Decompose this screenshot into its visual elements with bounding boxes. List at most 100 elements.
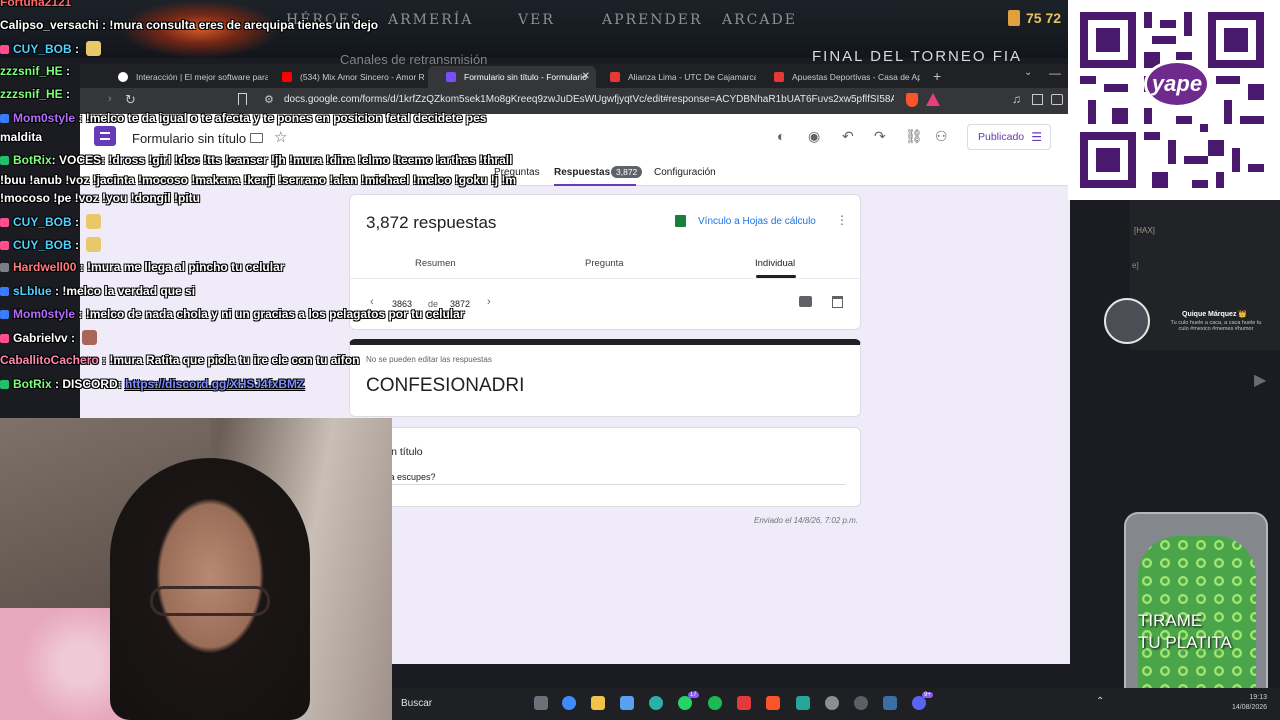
link-icon[interactable]: ⛓: [905, 128, 923, 145]
chat-text: !mocoso !pe !voz !you !dongil !pitu: [0, 191, 200, 205]
discord-link[interactable]: https://discord.gg/XHSJ4fxBMZ: [125, 377, 304, 391]
app-icon[interactable]: [796, 696, 810, 710]
sent-timestamp: Enviado el 14/8/26, 7:02 p.m.: [754, 516, 859, 525]
browser-tab-4[interactable]: Alianza Lima - UTC De Cajamarca Fút: [592, 66, 756, 88]
browser-tab-5[interactable]: Apuestas Deportivas - Casa de Apue: [756, 66, 920, 88]
palette-icon[interactable]: ◐: [777, 128, 785, 144]
brave-icon[interactable]: [766, 696, 780, 710]
redo-icon[interactable]: ↷: [874, 128, 886, 145]
discord-icon[interactable]: [912, 696, 926, 710]
settings-icon[interactable]: [854, 696, 868, 710]
chat-username: Hardwell00: [13, 260, 77, 274]
game-nav-learn[interactable]: APRENDER: [602, 12, 703, 28]
emote-icon: [86, 41, 102, 56]
chat-text: !mura me llega al pincho tu celular: [87, 260, 285, 274]
subtab-question[interactable]: Pregunta: [585, 258, 624, 269]
task-view-icon[interactable]: [534, 696, 548, 710]
tray-chevron-icon[interactable]: ⌃: [1096, 696, 1104, 707]
chat-message: zzzsnif_HE :: [0, 64, 71, 78]
wallet-icon[interactable]: [1051, 94, 1063, 105]
coin-icon: [1008, 10, 1020, 26]
chat-message: CUY_BOB :: [0, 214, 102, 229]
chat-text: !melco la verdad que si: [62, 284, 196, 298]
windows-taskbar: Buscar 17 9+ ⌃ 19:13 14/08/2026: [392, 688, 1280, 720]
link-to-sheets[interactable]: Vínculo a Hojas de cálculo: [698, 216, 816, 227]
delete-icon[interactable]: [832, 296, 843, 308]
sidebar-icon[interactable]: [1032, 94, 1043, 105]
settings-sliders-icon: ☰: [1031, 130, 1042, 144]
hax-tag: [HAX]: [1134, 226, 1155, 235]
chat-username: CUY_BOB: [13, 215, 72, 229]
tab-favicon-icon: [774, 72, 784, 82]
chat-message: Calipso_versachi : !mura consulta eres d…: [0, 18, 379, 32]
ticker-text: Tu culo huele a caca, a caca huele tu cu…: [1170, 320, 1262, 332]
whatsapp-icon[interactable]: [678, 696, 692, 710]
chat-text: VOCES: !dross !girl !doc !tts !canser !j…: [59, 153, 513, 167]
yape-logo: yape: [1144, 60, 1210, 108]
chat-username: BotRix: [13, 377, 52, 391]
chat-message: sLblue : !melco la verdad que si: [0, 284, 195, 298]
tab-settings[interactable]: Configuración: [654, 167, 716, 178]
chat-username: zzzsnif_HE: [0, 64, 63, 78]
badge-icon: [0, 114, 9, 123]
taskbar-search-label: Buscar: [401, 698, 433, 709]
taskbar-search[interactable]: Buscar: [392, 688, 532, 720]
game-gold: 75 72: [1008, 10, 1061, 26]
chat-text: !mura Ratita que piola tu ire ele con tu…: [109, 353, 360, 367]
undo-icon[interactable]: ↶: [842, 128, 854, 145]
publish-button[interactable]: Publicado ☰: [967, 124, 1051, 150]
tray-clock[interactable]: 19:13 14/08/2026: [1232, 693, 1267, 713]
subtab-individual[interactable]: Individual: [755, 258, 795, 269]
chat-username: Fortuna2121: [0, 0, 72, 9]
edge-icon[interactable]: [649, 696, 663, 710]
store-icon[interactable]: [620, 696, 634, 710]
preview-icon[interactable]: ◉: [808, 128, 820, 145]
chat-text: !mura consulta eres de arequipa tienes u…: [109, 18, 379, 32]
file-explorer-icon[interactable]: [591, 696, 605, 710]
tab-responses[interactable]: Respuestas: [554, 167, 610, 178]
print-icon[interactable]: [799, 296, 812, 307]
game-nav-arcade[interactable]: ARCADE: [722, 12, 797, 28]
badge-icon: [0, 156, 9, 165]
chat-message: !mocoso !pe !voz !you !dongil !pitu: [0, 191, 200, 205]
publish-label: Publicado: [978, 131, 1025, 143]
app-icon[interactable]: [737, 696, 751, 710]
tab-favicon-icon: [610, 72, 620, 82]
close-tab-icon[interactable]: ✕: [582, 66, 590, 88]
copilot-icon[interactable]: [562, 696, 576, 710]
media-icon[interactable]: ♫: [1012, 92, 1021, 106]
new-tab-button[interactable]: +: [933, 66, 941, 86]
chat-message: zzzsnif_HE :: [0, 87, 71, 101]
steam-icon[interactable]: [883, 696, 897, 710]
emote-icon: [86, 237, 102, 252]
spotify-icon[interactable]: [708, 696, 722, 710]
chat-username: CUY_BOB: [13, 238, 72, 252]
add-collaborator-icon[interactable]: ⚇: [935, 128, 948, 145]
stream-chat: Fortuna2121 Calipso_versachi : !mura con…: [0, 0, 520, 400]
clock-date: 14/08/2026: [1232, 704, 1268, 711]
chat-username: CUY_BOB: [13, 42, 72, 56]
avatar: [1104, 298, 1150, 344]
brave-rewards-icon[interactable]: [926, 93, 940, 106]
emote-icon: [86, 214, 102, 229]
minimize-icon[interactable]: —: [1049, 66, 1061, 80]
more-options-icon[interactable]: ⋮: [836, 213, 848, 227]
play-arrow-icon: ▶: [1254, 372, 1267, 389]
sheets-icon[interactable]: [675, 215, 686, 227]
chat-text: !melco de nada chola y ni un gracias a l…: [85, 307, 465, 321]
tab-search-icon[interactable]: ⌄: [1024, 67, 1032, 78]
game-gold-value: 75 72: [1026, 10, 1062, 26]
chat-message: CaballitoCachero : !mura Ratita que piol…: [0, 353, 360, 367]
app-icon[interactable]: [825, 696, 839, 710]
brave-shield-icon[interactable]: [906, 93, 918, 107]
game-nav-watch[interactable]: VER: [518, 12, 555, 28]
answer-underline: [366, 484, 846, 485]
chat-message: maldita: [0, 130, 42, 144]
webcam-feed: [0, 418, 392, 720]
chat-text: DISCORD:: [62, 377, 122, 391]
chat-message: !buu !anub !voz !jacinta !mocoso !makana…: [0, 173, 516, 187]
chat-username: Gabrielvv: [13, 331, 68, 345]
badge-icon: [0, 310, 9, 319]
tip-jar-line-2: TU PLATITA: [1138, 633, 1232, 652]
chat-message: BotRix : DISCORD: https://discord.gg/XHS…: [0, 377, 304, 391]
